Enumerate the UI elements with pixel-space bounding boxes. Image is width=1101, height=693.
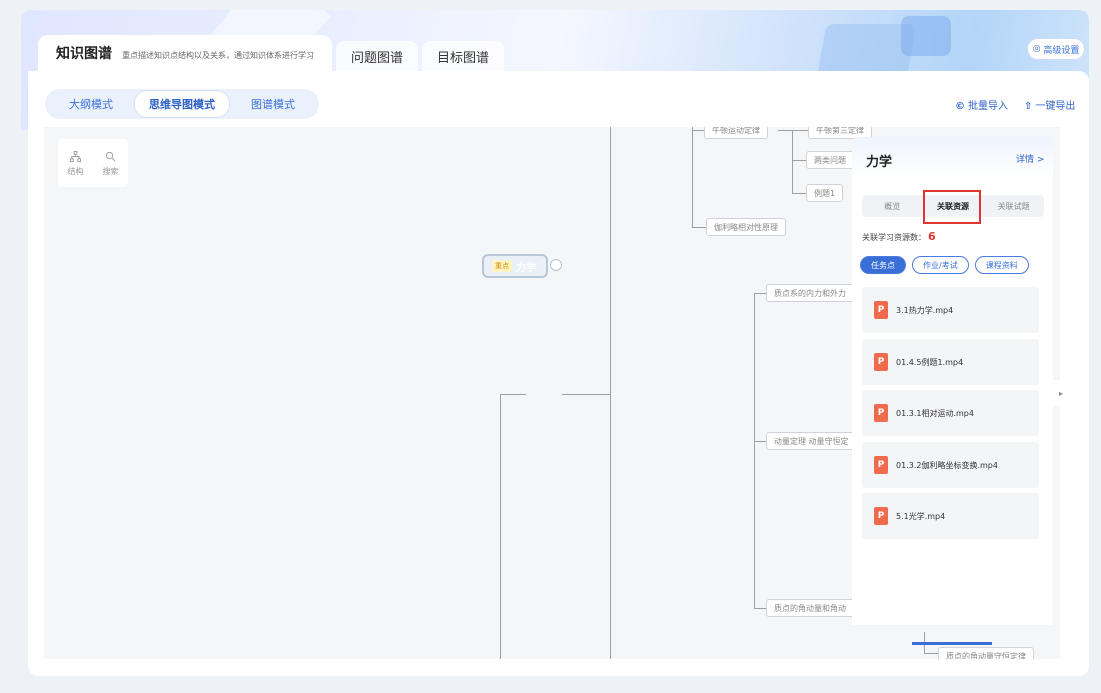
batch-import-button[interactable]: © 批量导入 bbox=[955, 97, 1008, 112]
batch-import-label: 批量导入 bbox=[968, 101, 1008, 112]
mode-outline[interactable]: 大纲模式 bbox=[55, 91, 127, 117]
banner-decoration bbox=[901, 16, 951, 56]
mindmap-connector bbox=[562, 394, 610, 395]
mindmap-connector bbox=[692, 227, 706, 228]
tab-knowledge-graph[interactable]: 知识图谱 重点描述知识点结构以及关系，通过知识体系进行学习 bbox=[38, 35, 332, 71]
resource-name: 01.3.2伽利略坐标变换.mp4 bbox=[896, 460, 998, 470]
export-button[interactable]: ⇧ 一键导出 bbox=[1024, 97, 1075, 112]
mindmap-node[interactable]: 动量定理 动量守恒定 bbox=[766, 432, 857, 450]
key-point-tag: 重点 bbox=[492, 260, 512, 272]
export-label: 一键导出 bbox=[1035, 101, 1076, 112]
resource-count: 关联学习资源数： 6 bbox=[862, 230, 936, 243]
file-icon: P bbox=[874, 353, 888, 371]
file-icon: P bbox=[874, 404, 888, 422]
mindmap-connector bbox=[792, 160, 806, 161]
center-node-label: 力学 bbox=[516, 262, 536, 274]
filter-homework-exam[interactable]: 作业/考试 bbox=[912, 256, 969, 274]
mindmap-connector bbox=[924, 653, 938, 654]
mindmap-connector bbox=[754, 293, 755, 609]
tab-related-questions[interactable]: 关联试题 bbox=[983, 201, 1044, 212]
resource-filters: 任务点 作业/考试 课程资料 bbox=[860, 256, 1029, 274]
resource-item[interactable]: P 01.3.1相对运动.mp4 bbox=[862, 390, 1039, 436]
resource-name: 01.4.5例题1.mp4 bbox=[896, 357, 964, 367]
mindmap-center-node[interactable]: 重点 力学 bbox=[482, 254, 548, 278]
mindmap-node[interactable]: 质点系的内力和外力 bbox=[766, 284, 854, 302]
file-icon: P bbox=[874, 301, 888, 319]
mindmap-connector bbox=[610, 127, 611, 659]
graph-type-tabs: 知识图谱 重点描述知识点结构以及关系，通过知识体系进行学习 问题图谱 目标图谱 bbox=[38, 35, 504, 71]
structure-tool[interactable]: 结构 bbox=[68, 151, 84, 177]
detail-link[interactable]: 详情 > bbox=[1016, 152, 1044, 165]
mode-switch: 大纲模式 思维导图模式 图谱模式 bbox=[45, 89, 319, 119]
collapse-toggle[interactable] bbox=[550, 259, 562, 271]
resource-name: 01.3.1相对运动.mp4 bbox=[896, 408, 974, 418]
mindmap-connector bbox=[792, 130, 793, 194]
advanced-settings-button[interactable]: ◎ 高级设置 bbox=[1027, 38, 1085, 60]
scroll-indicator bbox=[912, 642, 992, 645]
mindmap-connector bbox=[692, 127, 693, 227]
chevron-right-icon: ▸ bbox=[1058, 388, 1063, 398]
mindmap-connector bbox=[692, 130, 704, 131]
search-icon bbox=[105, 151, 116, 162]
mindmap-node[interactable]: 两类问题 bbox=[806, 151, 854, 169]
mindmap-connector bbox=[500, 395, 501, 659]
toolbox: 结构 搜索 bbox=[58, 139, 128, 187]
mindmap-node[interactable]: 质点的角动量和角动 bbox=[766, 599, 854, 617]
file-icon: P bbox=[874, 507, 888, 525]
resource-item[interactable]: P 5.1光学.mp4 bbox=[862, 493, 1039, 539]
structure-icon bbox=[70, 151, 81, 162]
mindmap-connector bbox=[792, 193, 806, 194]
mindmap-connector bbox=[754, 608, 766, 609]
file-icon: P bbox=[874, 456, 888, 474]
resource-count-value: 6 bbox=[928, 230, 936, 243]
mindmap-connector bbox=[754, 441, 766, 442]
resource-name: 3.1热力学.mp4 bbox=[896, 305, 954, 315]
mindmap-connector bbox=[500, 394, 526, 395]
mode-graph[interactable]: 图谱模式 bbox=[237, 91, 309, 117]
panel-title: 力学 bbox=[866, 155, 893, 170]
advanced-settings-label: 高级设置 bbox=[1043, 45, 1080, 56]
import-icon: © bbox=[955, 101, 965, 112]
tab-goal-graph[interactable]: 目标图谱 bbox=[422, 41, 504, 71]
mode-mindmap[interactable]: 思维导图模式 bbox=[135, 91, 229, 117]
annotation-highlight bbox=[923, 190, 981, 224]
tab-overview[interactable]: 概览 bbox=[862, 201, 923, 212]
mindmap-node[interactable]: 质点的角动量守恒定律 bbox=[938, 647, 1034, 659]
tab-question-graph[interactable]: 问题图谱 bbox=[336, 41, 418, 71]
mindmap-node[interactable]: 伽利略相对性原理 bbox=[706, 218, 786, 236]
export-icon: ⇧ bbox=[1024, 101, 1033, 112]
tab-subtitle: 重点描述知识点结构以及关系，通过知识体系进行学习 bbox=[122, 50, 314, 60]
resource-item[interactable]: P 01.4.5例题1.mp4 bbox=[862, 339, 1039, 385]
mindmap-connector bbox=[754, 293, 766, 294]
mindmap-connector bbox=[778, 130, 808, 131]
resource-name: 5.1光学.mp4 bbox=[896, 511, 946, 521]
filter-task-point[interactable]: 任务点 bbox=[860, 256, 906, 274]
mindmap-node[interactable]: 牛顿运动定律 bbox=[704, 127, 768, 139]
tab-title: 知识图谱 bbox=[56, 46, 112, 62]
resource-item[interactable]: P 01.3.2伽利略坐标变换.mp4 bbox=[862, 442, 1039, 488]
settings-icon: ◎ bbox=[1032, 44, 1041, 54]
filter-course-material[interactable]: 课程资料 bbox=[974, 256, 1029, 274]
panel-collapse-button[interactable]: ▸ bbox=[1053, 380, 1069, 406]
mindmap-node[interactable]: 例题1 bbox=[806, 184, 844, 202]
resource-count-label: 关联学习资源数： bbox=[862, 233, 926, 242]
top-actions: © 批量导入 ⇧ 一键导出 bbox=[955, 97, 1075, 112]
search-tool[interactable]: 搜索 bbox=[103, 151, 119, 177]
resource-item[interactable]: P 3.1热力学.mp4 bbox=[862, 287, 1039, 333]
structure-label: 结构 bbox=[67, 167, 84, 176]
search-label: 搜索 bbox=[102, 167, 119, 176]
